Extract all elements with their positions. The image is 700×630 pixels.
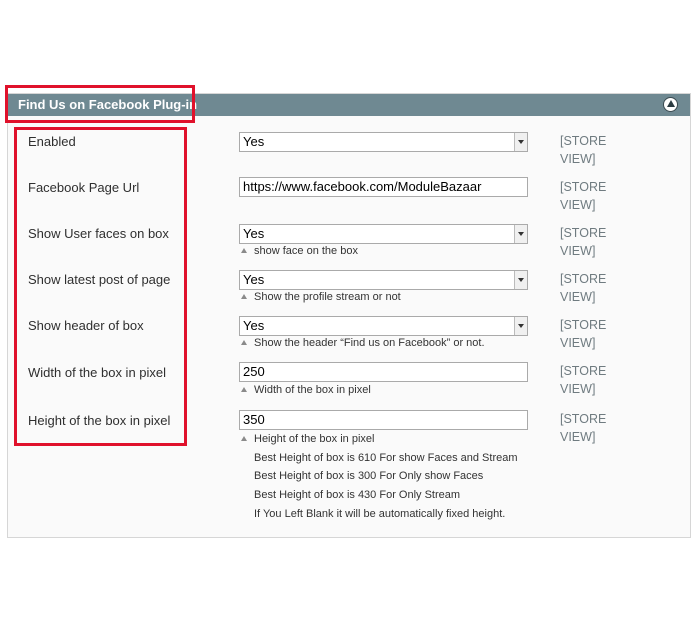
note-show-header: Show the header “Find us on Facebook” or… [241,337,485,349]
label-enabled: Enabled [28,134,76,149]
show-header-select[interactable]: Yes [239,316,528,336]
enabled-select[interactable]: Yes [239,132,528,152]
note-arrow-icon [241,436,247,441]
label-box-width: Width of the box in pixel [28,365,167,380]
box-width-input[interactable]: 250 [239,362,528,382]
chevron-down-icon[interactable] [514,317,527,335]
title-highlight-box [5,85,195,123]
show-user-faces-select[interactable]: Yes [239,224,528,244]
chevron-up-icon[interactable] [663,97,678,112]
scope-show-header: [STORE VIEW] [560,318,607,350]
note-arrow-icon [241,248,247,253]
height-note-line: Best Height of box is 610 For show Faces… [254,452,518,464]
label-facebook-page-url: Facebook Page Url [28,180,140,195]
scope-enabled: [STORE VIEW] [560,134,607,166]
enabled-select-value: Yes [243,134,265,149]
note-arrow-icon [241,294,247,299]
show-latest-post-select[interactable]: Yes [239,270,528,290]
height-note-line: Best Height of box is 300 For Only show … [254,470,484,482]
scope-show-user-faces: [STORE VIEW] [560,226,607,258]
label-show-latest-post: Show latest post of page [28,272,171,287]
note-show-user-faces: show face on the box [241,245,358,257]
scope-box-height: [STORE VIEW] [560,412,607,444]
note-box-width: Width of the box in pixel [241,384,371,396]
scope-show-latest-post: [STORE VIEW] [560,272,607,304]
scope-facebook-page-url: [STORE VIEW] [560,180,607,212]
note-box-height: Height of the box in pixel [241,433,374,445]
note-arrow-icon [241,340,247,345]
show-header-value: Yes [243,318,265,333]
chevron-down-icon[interactable] [514,133,527,151]
label-box-height: Height of the box in pixel [28,413,171,428]
facebook-page-url-input[interactable]: https://www.facebook.com/ModuleBazaar [239,177,528,197]
chevron-down-icon[interactable] [514,271,527,289]
note-show-latest-post: Show the profile stream or not [241,291,401,303]
show-user-faces-value: Yes [243,226,265,241]
height-note-line: If You Left Blank it will be automatical… [254,508,506,520]
note-arrow-icon [241,387,247,392]
label-show-header: Show header of box [28,318,144,333]
height-note-line: Best Height of box is 430 For Only Strea… [254,489,461,501]
scope-box-width: [STORE VIEW] [560,364,607,396]
show-latest-post-value: Yes [243,272,265,287]
chevron-down-icon[interactable] [514,225,527,243]
box-height-input[interactable]: 350 [239,410,528,430]
label-show-user-faces: Show User faces on box [28,226,169,241]
